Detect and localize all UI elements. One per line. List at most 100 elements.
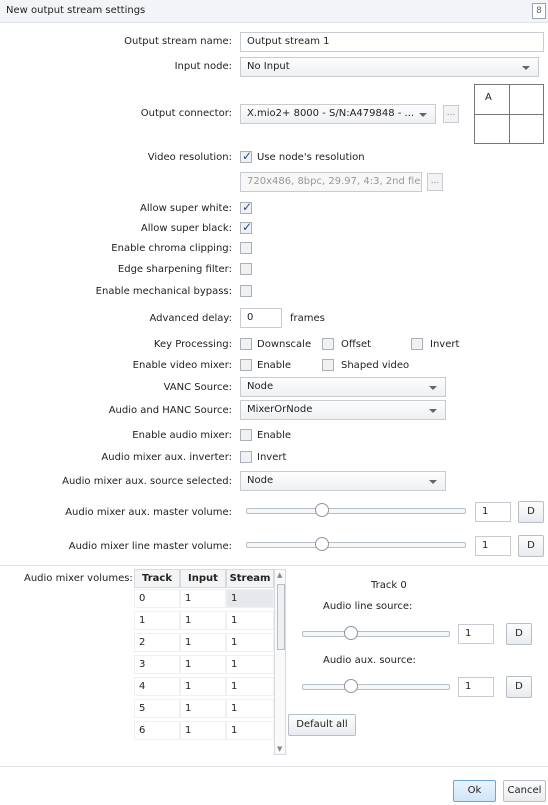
enable-audio-mixer-checkbox[interactable]	[240, 429, 252, 441]
stream-cell[interactable]: 1	[226, 655, 274, 674]
allow-super-black-checkbox[interactable]	[240, 220, 252, 234]
audio-line-source-default-button[interactable]: D	[506, 623, 532, 645]
audio-line-source-input[interactable]: 1	[458, 624, 494, 644]
column-header-input[interactable]: Input	[180, 569, 226, 588]
default-all-button[interactable]: Default all	[288, 714, 356, 736]
line-master-volume-default-button[interactable]: D	[518, 535, 544, 557]
input-node-label: Input node:	[174, 61, 232, 72]
use-node-resolution-checkbox[interactable]	[240, 149, 252, 163]
advanced-delay-input[interactable]: 0	[240, 308, 282, 328]
input-cell[interactable]: 1	[180, 721, 226, 740]
window-title: New output stream settings	[6, 5, 146, 16]
input-cell[interactable]: 1	[180, 677, 226, 696]
advanced-delay-unit: frames	[290, 313, 325, 324]
output-connector-value: X.mio2+ 8000 - S/N:A479848 - ...	[247, 108, 415, 119]
stream-cell[interactable]: 1	[226, 677, 274, 696]
scrollbar-thumb[interactable]	[277, 584, 285, 650]
invert-key-label: Invert	[430, 339, 460, 350]
close-icon[interactable]: 8	[532, 3, 546, 19]
connector-grid-label: A	[485, 92, 492, 103]
line-master-volume-label: Audio mixer line master volume:	[68, 541, 232, 552]
video-resolution-browse-button[interactable]: ...	[427, 173, 443, 191]
chevron-down-icon	[522, 66, 530, 70]
table-scrollbar[interactable]: ▲ ▼	[274, 569, 286, 755]
aux-master-volume-slider[interactable]	[246, 508, 466, 514]
stream-cell[interactable]: 1	[226, 589, 274, 608]
input-cell[interactable]: 1	[180, 699, 226, 718]
shaped-video-checkbox[interactable]	[322, 359, 334, 371]
key-processing-label: Key Processing:	[153, 339, 232, 350]
stream-cell[interactable]: 1	[226, 699, 274, 718]
aux-master-volume-label: Audio mixer aux. master volume:	[65, 507, 232, 518]
audio-line-source-thumb[interactable]	[344, 626, 358, 640]
enable-mechanical-bypass-checkbox[interactable]	[240, 285, 252, 297]
audio-aux-source-thumb[interactable]	[344, 679, 358, 693]
chevron-down-icon	[429, 386, 437, 390]
track-title: Track 0	[371, 580, 407, 591]
scroll-down-icon[interactable]: ▼	[277, 745, 282, 753]
stream-cell[interactable]: 1	[226, 721, 274, 740]
video-resolution-input[interactable]: 720x486, 8bpc, 29.97, 4:3, 2nd fie	[240, 172, 422, 192]
enable-chroma-clipping-checkbox[interactable]	[240, 242, 252, 254]
connector-grid[interactable]: A	[474, 84, 544, 144]
allow-super-white-checkbox[interactable]	[240, 200, 252, 214]
audio-aux-source-default-button[interactable]: D	[506, 676, 532, 698]
chevron-down-icon	[429, 409, 437, 413]
audio-line-source-slider[interactable]	[302, 631, 450, 637]
line-master-volume-input[interactable]: 1	[475, 536, 511, 556]
use-node-resolution-label: Use node's resolution	[257, 152, 365, 163]
column-header-stream[interactable]: Stream	[226, 569, 274, 588]
aux-master-volume-input[interactable]: 1	[475, 502, 511, 522]
audio-hanc-source-select[interactable]: MixerOrNode	[240, 400, 446, 420]
audio-mixer-aux-inverter-option: Invert	[257, 452, 287, 463]
track-cell: 3	[134, 655, 180, 674]
edge-sharpening-filter-checkbox[interactable]	[240, 263, 252, 275]
downscale-checkbox[interactable]	[240, 338, 252, 350]
enable-video-mixer-option: Enable	[257, 360, 292, 371]
downscale-label: Downscale	[257, 339, 312, 350]
audio-aux-source-slider[interactable]	[302, 684, 450, 690]
audio-aux-source-input[interactable]: 1	[458, 677, 494, 697]
input-cell[interactable]: 1	[180, 589, 226, 608]
aux-master-volume-default-button[interactable]: D	[518, 501, 544, 523]
stream-cell[interactable]: 1	[226, 633, 274, 652]
audio-mixer-aux-inverter-checkbox[interactable]	[240, 451, 252, 463]
stream-cell[interactable]: 1	[226, 611, 274, 630]
track-cell: 5	[134, 699, 180, 718]
aux-master-volume-thumb[interactable]	[315, 503, 329, 517]
input-cell[interactable]: 1	[180, 633, 226, 652]
offset-checkbox[interactable]	[322, 338, 334, 350]
input-cell[interactable]: 1	[180, 655, 226, 674]
audio-mixer-aux-inverter-label: Audio mixer aux. inverter:	[101, 452, 232, 463]
line-master-volume-thumb[interactable]	[315, 537, 329, 551]
output-connector-select[interactable]: X.mio2+ 8000 - S/N:A479848 - ...	[240, 104, 436, 124]
audio-mixer-aux-source-label: Audio mixer aux. source selected:	[62, 476, 232, 487]
input-cell[interactable]: 1	[180, 611, 226, 630]
enable-video-mixer-checkbox[interactable]	[240, 359, 252, 371]
vanc-source-select[interactable]: Node	[240, 377, 446, 397]
ok-button[interactable]: Ok	[453, 780, 496, 802]
title-bar: New output stream settings 8	[0, 0, 548, 23]
shaped-video-label: Shaped video	[341, 360, 410, 371]
input-node-select[interactable]: No Input	[240, 57, 539, 77]
audio-mixer-aux-source-select[interactable]: Node	[240, 471, 446, 491]
scroll-up-icon[interactable]: ▲	[277, 571, 282, 579]
vanc-source-value: Node	[247, 381, 274, 392]
line-master-volume-slider[interactable]	[246, 542, 466, 548]
enable-video-mixer-label: Enable video mixer:	[132, 360, 232, 371]
cancel-button[interactable]: Cancel	[503, 780, 546, 802]
track-cell: 2	[134, 633, 180, 652]
output-connector-browse-button[interactable]: ...	[443, 105, 459, 123]
track-cell: 4	[134, 677, 180, 696]
audio-hanc-source-label: Audio and HANC Source:	[108, 405, 232, 416]
grid-divider	[475, 114, 543, 115]
audio-hanc-source-value: MixerOrNode	[247, 404, 313, 415]
edge-sharpening-filter-label: Edge sharpening filter:	[117, 264, 232, 275]
output-stream-name-input[interactable]: Output stream 1	[240, 32, 544, 52]
invert-key-checkbox[interactable]	[411, 338, 423, 350]
offset-label: Offset	[341, 339, 372, 350]
track-cell: 0	[134, 589, 180, 608]
track-cell: 1	[134, 611, 180, 630]
column-header-track[interactable]: Track	[134, 569, 180, 588]
enable-audio-mixer-label: Enable audio mixer:	[132, 430, 232, 441]
